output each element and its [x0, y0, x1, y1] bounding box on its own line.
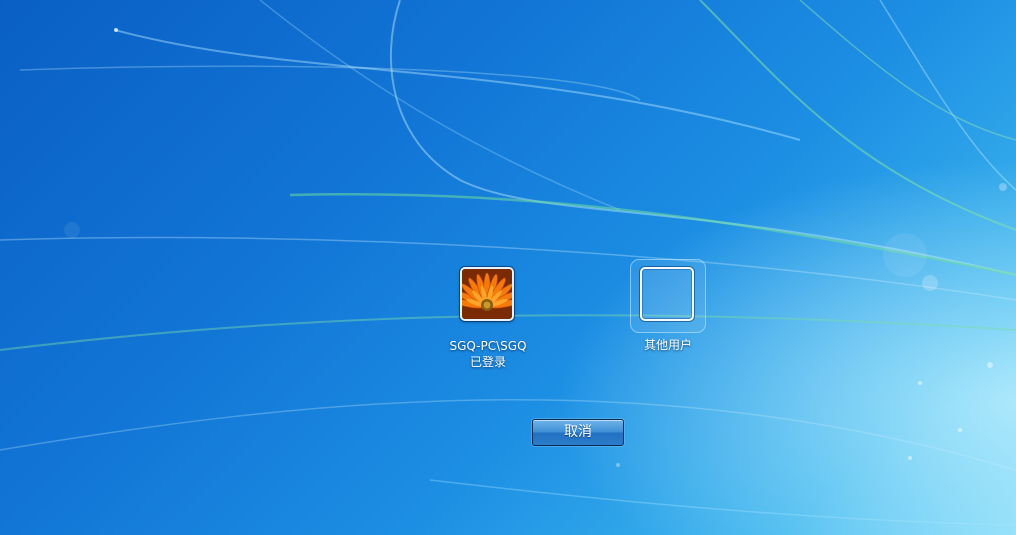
other-user-label: 其他用户	[643, 338, 692, 352]
blank-user-frame-icon[interactable]	[640, 267, 694, 321]
other-user-tile[interactable]: 其他用户	[613, 258, 723, 378]
user-avatar[interactable]	[460, 267, 514, 321]
user-tile-sgq[interactable]: SGQ-PC\SGQ 已登录	[433, 258, 543, 378]
cancel-button[interactable]: 取消	[532, 419, 624, 446]
user-name-label: SGQ-PC\SGQ	[449, 339, 527, 353]
orange-flower-avatar-icon	[462, 269, 512, 319]
user-status-label: 已登录	[469, 355, 506, 369]
